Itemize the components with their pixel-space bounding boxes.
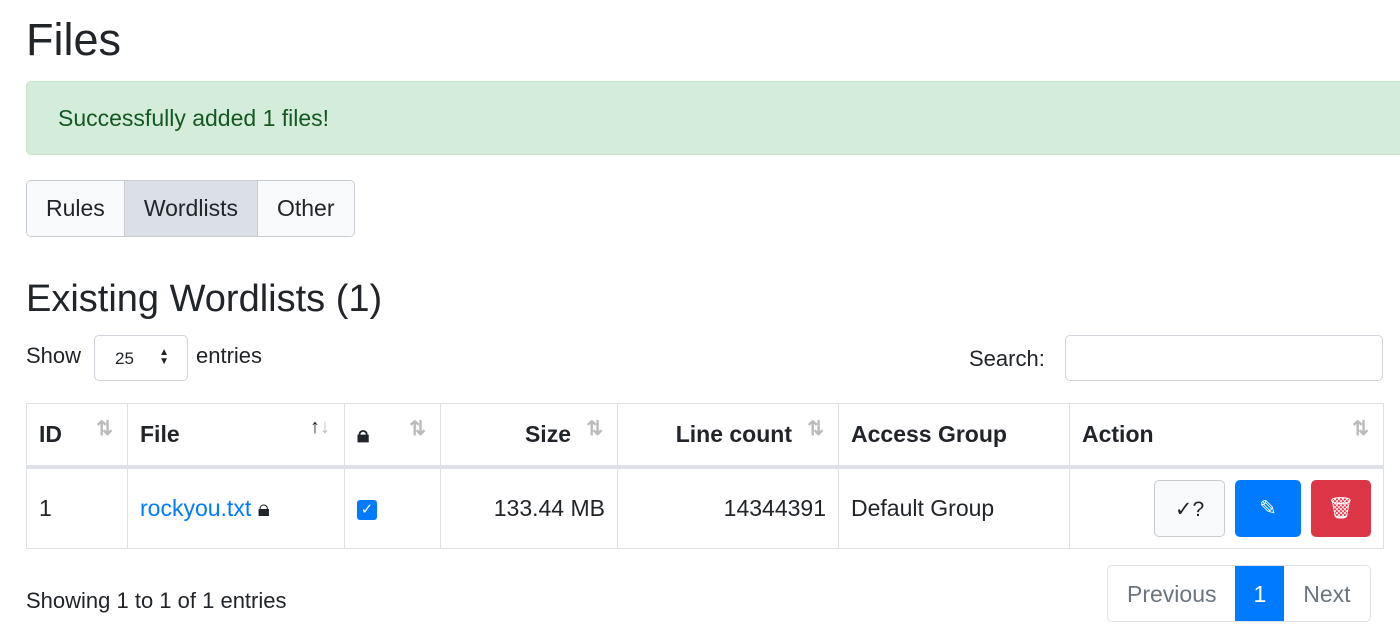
header-line-count[interactable]: Line count ⇅ — [617, 403, 839, 469]
cell-actions: ✓? ✎ 🗑︎ — [1069, 466, 1384, 549]
sort-icon: ⇅ — [1352, 418, 1369, 440]
search-label: Search: — [969, 346, 1045, 371]
header-label: ID — [39, 420, 62, 447]
sort-icon: ⇅ — [586, 418, 603, 440]
previous-button[interactable]: Previous — [1108, 566, 1235, 621]
cell-id: 1 — [26, 466, 128, 549]
cell-access-group: Default Group — [838, 466, 1070, 549]
cell-secret: ✓ — [344, 466, 441, 549]
sort-icon: ⇅ — [807, 418, 824, 440]
header-file[interactable]: File ↑↓ — [127, 403, 345, 469]
table-header-row: ID ⇅ File ↑↓ 🔒︎ ⇅ Size ⇅ Line count ⇅ Access … — [26, 403, 1384, 469]
show-label: Show — [26, 343, 82, 368]
section-title: Existing Wordlists (1) — [26, 278, 383, 320]
page-title: Files — [26, 14, 122, 65]
header-label: Size — [524, 420, 571, 447]
cell-line-count: 14344391 — [617, 466, 839, 549]
wordlists-table: ID ⇅ File ↑↓ 🔒︎ ⇅ Size ⇅ Line count ⇅ Access … — [26, 403, 1384, 549]
pagination: Previous 1 Next — [1107, 565, 1371, 622]
next-button[interactable]: Next — [1284, 566, 1369, 621]
header-label: Line count — [675, 420, 792, 447]
header-label: Access Group — [851, 420, 1007, 447]
check-button[interactable]: ✓? — [1154, 479, 1225, 537]
secret-checkbox[interactable]: ✓ — [357, 499, 377, 520]
sort-icon: ⇅ — [96, 418, 113, 440]
entries-select[interactable]: 25 ▲ ▼ — [94, 335, 188, 381]
header-secret[interactable]: 🔒︎ ⇅ — [344, 403, 441, 469]
cell-file: rockyou.txt 🔒︎ — [127, 466, 345, 549]
entries-label: entries — [196, 343, 263, 368]
sort-icon: ⇅ — [409, 418, 426, 440]
header-id[interactable]: ID ⇅ — [26, 403, 128, 469]
lock-icon: 🔒︎ — [257, 494, 270, 521]
table-row: 1 rockyou.txt 🔒︎ ✓ 133.44 MB 14344391 De… — [26, 466, 1384, 549]
search-input[interactable] — [1065, 335, 1383, 381]
header-action[interactable]: Action ⇅ — [1069, 403, 1384, 469]
delete-button[interactable]: 🗑︎ — [1311, 479, 1371, 537]
select-arrows-icon: ▲ ▼ — [159, 347, 169, 367]
table-info: Showing 1 to 1 of 1 entries — [26, 588, 287, 613]
entries-value: 25 — [115, 349, 134, 368]
sort-asc-icon: ↑↓ — [310, 416, 330, 438]
header-label: Action — [1082, 420, 1154, 447]
cell-size: 133.44 MB — [440, 466, 618, 549]
tab-wordlists[interactable]: Wordlists — [124, 181, 258, 236]
file-link[interactable]: rockyou.txt — [140, 495, 251, 521]
tab-other[interactable]: Other — [257, 181, 354, 236]
header-label: File — [140, 420, 180, 447]
header-access-group: Access Group — [838, 403, 1070, 469]
success-alert: Successfully added 1 files! — [26, 81, 1400, 155]
file-type-tabs: Rules Wordlists Other — [26, 180, 355, 237]
lock-icon: 🔒︎ — [357, 420, 370, 447]
edit-icon: ✎ — [1259, 496, 1277, 520]
edit-button[interactable]: ✎ — [1235, 479, 1301, 537]
page-1-button[interactable]: 1 — [1235, 566, 1285, 621]
tab-rules[interactable]: Rules — [27, 181, 125, 236]
header-size[interactable]: Size ⇅ — [440, 403, 618, 469]
trash-icon: 🗑︎ — [1327, 496, 1355, 520]
